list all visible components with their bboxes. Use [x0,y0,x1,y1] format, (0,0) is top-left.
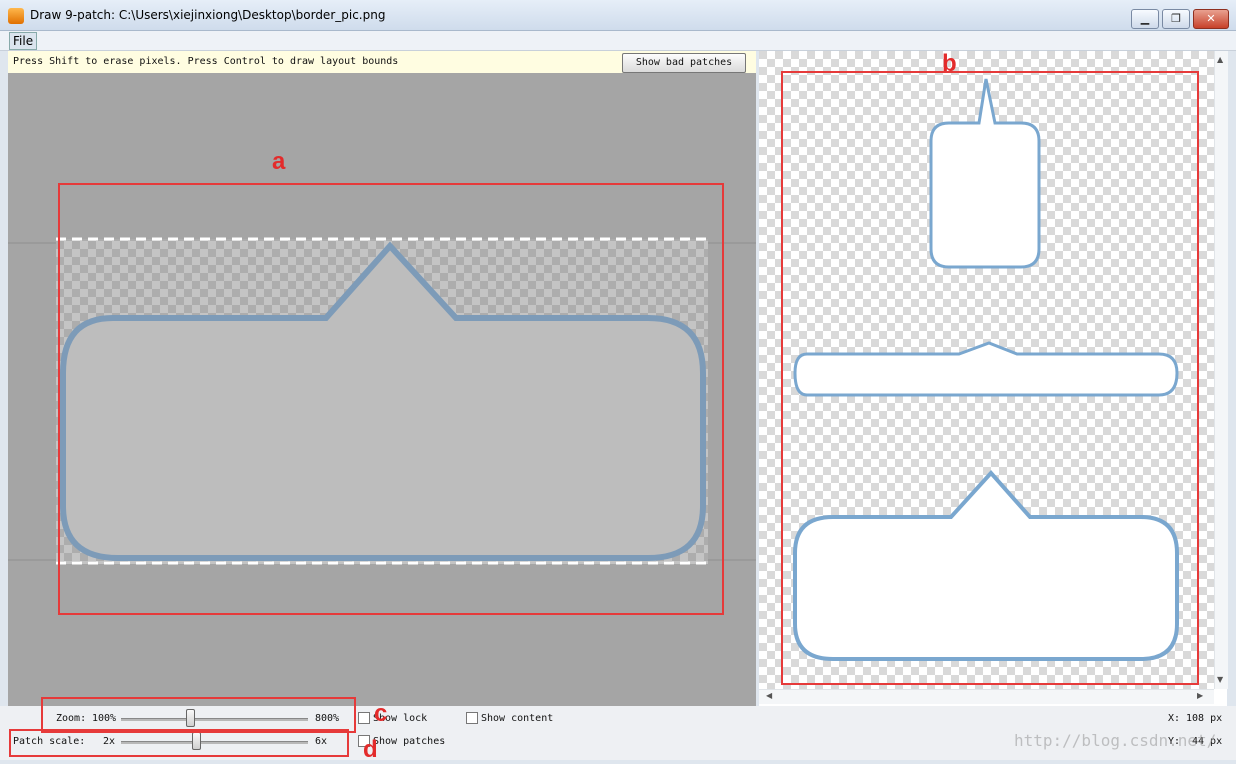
window-title: Draw 9-patch: C:\Users\xiejinxiong\Deskt… [30,8,386,22]
watermark-text: http://blog.csdn.net/ [1014,731,1217,750]
annotation-label-b: b [942,50,957,77]
menu-bar: File [0,31,1236,51]
hint-bar: Press Shift to erase pixels. Press Contr… [8,51,756,73]
annotation-box-c [41,697,356,733]
title-bar: Draw 9-patch: C:\Users\xiejinxiong\Deskt… [0,0,1236,31]
annotation-label-c: c [374,700,388,727]
java-app-icon [8,8,24,24]
preview-horizontal-scrollbar[interactable]: ◀ ▶ [759,689,1214,704]
annotation-box-d [9,729,349,757]
annotation-label-a: a [272,148,286,175]
x-coordinate-value: 108 px [1186,713,1223,724]
maximize-button[interactable]: ❐ [1162,9,1190,29]
x-coordinate-label: X: [1168,713,1181,724]
annotation-box-a [58,183,724,615]
preview-vertical-scrollbar[interactable]: ▲ ▼ [1214,51,1228,689]
menu-file[interactable]: File [9,32,38,50]
show-content-checkbox[interactable] [466,712,478,724]
close-button[interactable]: ✕ [1193,9,1229,29]
scroll-down-icon[interactable]: ▼ [1217,675,1223,684]
scroll-up-icon[interactable]: ▲ [1217,55,1223,64]
scroll-right-icon[interactable]: ▶ [1197,691,1203,700]
show-lock-checkbox[interactable] [358,712,370,724]
annotation-box-b [781,71,1199,685]
show-content-label: Show content [481,713,554,724]
show-patches-label: Show patches [373,736,446,747]
minimize-button[interactable]: ▁ [1131,9,1159,29]
show-bad-patches-button[interactable]: Show bad patches [622,53,746,73]
scroll-left-icon[interactable]: ◀ [766,691,772,700]
hint-text: Press Shift to erase pixels. Press Contr… [13,56,399,67]
